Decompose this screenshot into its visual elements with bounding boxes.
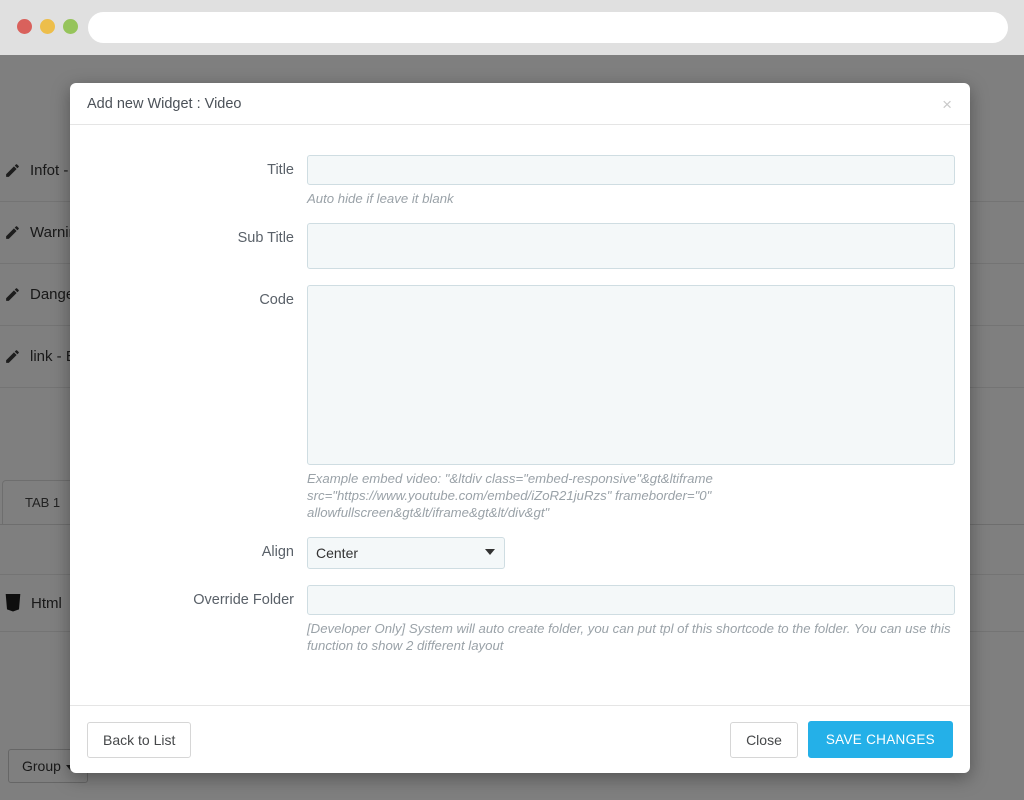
align-label: Align	[261, 544, 294, 560]
field-row-title: Title Auto hide if leave it blank	[70, 155, 970, 207]
title-help-text: Auto hide if leave it blank	[307, 191, 454, 206]
modal-header: Add new Widget : Video ×	[70, 83, 970, 125]
window-controls	[17, 19, 78, 34]
field-row-code: Code Example embed video: "&ltdiv class=…	[70, 285, 970, 521]
close-dot[interactable]	[17, 19, 32, 34]
code-label: Code	[259, 292, 294, 308]
close-button[interactable]: Close	[730, 721, 798, 758]
modal-title: Add new Widget : Video	[87, 95, 242, 112]
url-input[interactable]	[88, 12, 1008, 43]
override-folder-label: Override Folder	[193, 592, 294, 608]
code-help-text: Example embed video: "&ltdiv class="embe…	[307, 471, 713, 520]
field-row-align: Align LeftCenterRight	[70, 537, 970, 569]
override-folder-input[interactable]	[307, 585, 955, 615]
add-widget-modal: Add new Widget : Video × Title Auto hide…	[70, 83, 970, 773]
sub-title-label: Sub Title	[237, 230, 294, 246]
field-row-override-folder: Override Folder [Developer Only] System …	[70, 585, 970, 654]
align-select[interactable]: LeftCenterRight	[307, 537, 505, 569]
footer-actions: Close SAVE CHANGES	[730, 721, 953, 758]
back-to-list-button[interactable]: Back to List	[87, 721, 192, 758]
browser-chrome	[0, 0, 1024, 55]
modal-footer: Back to List Close SAVE CHANGES	[70, 705, 970, 773]
modal-body: Title Auto hide if leave it blank Sub Ti…	[70, 125, 970, 705]
title-label: Title	[267, 162, 294, 178]
override-folder-help-text: [Developer Only] System will auto create…	[307, 621, 951, 653]
minimize-dot[interactable]	[40, 19, 55, 34]
save-changes-button[interactable]: SAVE CHANGES	[807, 721, 953, 758]
title-input[interactable]	[307, 155, 955, 185]
field-row-sub-title: Sub Title	[70, 223, 970, 269]
close-icon[interactable]: ×	[938, 94, 956, 115]
maximize-dot[interactable]	[63, 19, 78, 34]
sub-title-input[interactable]	[307, 223, 955, 269]
code-textarea[interactable]	[307, 285, 955, 465]
